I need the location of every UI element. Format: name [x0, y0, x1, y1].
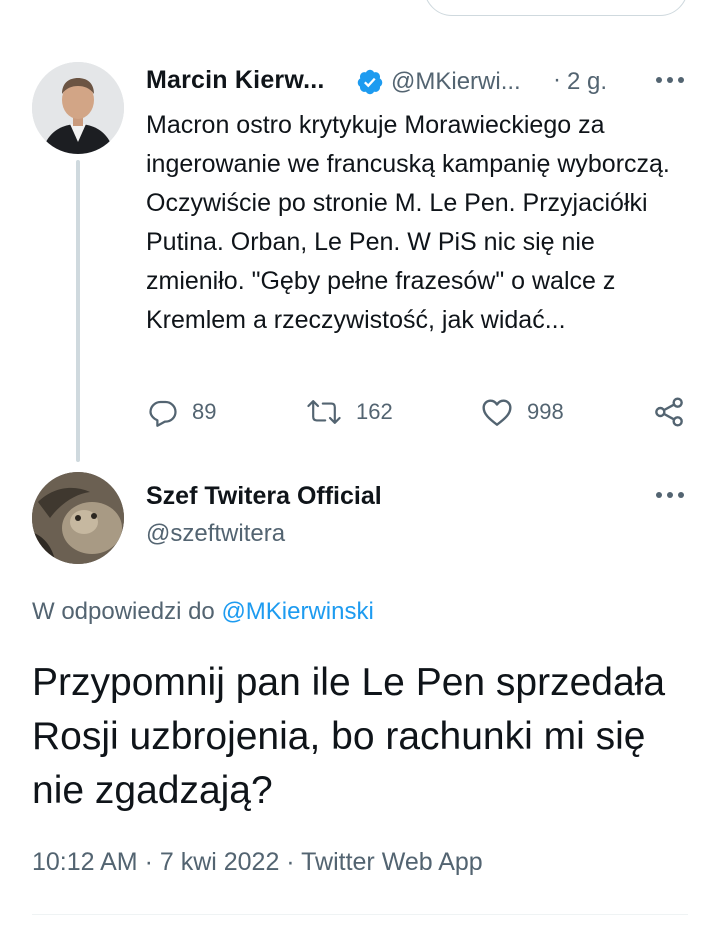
share-icon — [655, 397, 683, 427]
tweet-time[interactable]: 2 g. — [567, 68, 607, 96]
author-name[interactable]: Marcin Kierw... — [146, 66, 325, 95]
divider — [32, 914, 688, 915]
author-name[interactable]: Szef Twitera Official — [146, 482, 382, 511]
tweet-text: Przypomnij pan ile Le Pen sprzedała Rosj… — [32, 661, 666, 812]
share-button[interactable] — [652, 395, 686, 429]
retweet-icon — [307, 400, 341, 424]
avatar-photo — [32, 62, 124, 154]
heart-icon — [482, 399, 512, 426]
retweet-button[interactable]: 162 — [306, 395, 393, 429]
author-handle[interactable]: @MKierwi... — [391, 68, 521, 96]
author-handle[interactable]: @szeftwitera — [146, 520, 285, 548]
reply-count: 89 — [192, 399, 217, 424]
top-pill-button[interactable] — [424, 0, 688, 16]
thread-line — [76, 160, 80, 462]
retweet-count: 162 — [356, 399, 393, 424]
more-horizontal-icon[interactable] — [654, 72, 686, 88]
tweet-text: Macron ostro krytykuje Morawieckiego za … — [146, 111, 670, 334]
reply-handle-link[interactable]: @MKierwinski — [221, 598, 373, 625]
like-button[interactable]: 998 — [481, 395, 564, 429]
verified-badge-icon — [356, 68, 384, 96]
avatar[interactable] — [32, 472, 124, 564]
more-horizontal-icon[interactable] — [654, 487, 686, 503]
reply-button[interactable]: 89 — [148, 395, 216, 429]
reply-prefix: W odpowiedzi do — [32, 598, 222, 625]
reply-icon — [149, 400, 177, 427]
avatar[interactable] — [32, 62, 124, 154]
tweet-metadata[interactable]: 10:12 AM · 7 kwi 2022 · Twitter Web App — [32, 848, 483, 877]
reply-context: W odpowiedzi do @MKierwinski — [32, 598, 374, 626]
like-count: 998 — [527, 399, 564, 424]
separator-dot: · — [553, 66, 561, 93]
avatar-photo — [32, 472, 124, 564]
